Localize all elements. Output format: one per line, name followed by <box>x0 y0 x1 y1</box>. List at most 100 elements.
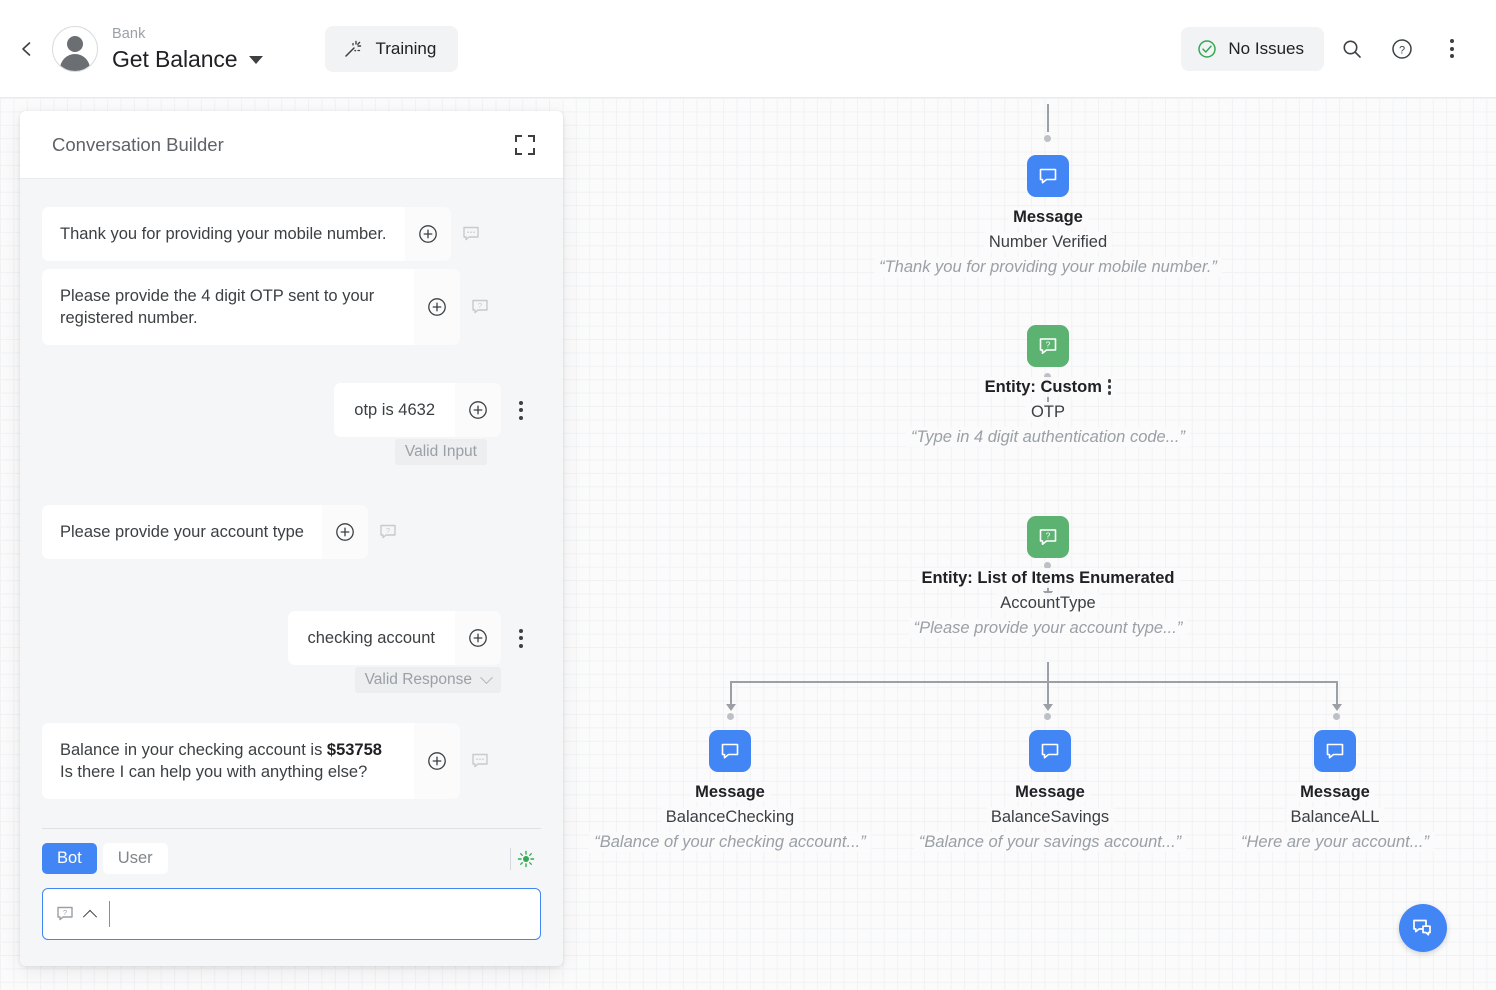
plus-circle-icon <box>469 629 487 647</box>
message-list[interactable]: Thank you for providing your mobile numb… <box>20 179 563 818</box>
live-indicator-button[interactable] <box>511 849 541 869</box>
comment-action-button[interactable] <box>451 207 491 261</box>
live-indicator-icon <box>517 850 535 867</box>
flow-node-quote: “Please provide your account type...” <box>908 618 1188 638</box>
help-circle-icon: ? <box>1392 38 1412 59</box>
add-message-button[interactable] <box>455 383 501 437</box>
flow-node-type: Entity: Custom <box>979 377 1117 397</box>
plus-circle-icon <box>336 523 354 541</box>
search-button[interactable] <box>1330 27 1374 71</box>
flow-node-quote: “Type in 4 digit authentication code...” <box>906 427 1190 447</box>
message-text: otp is 4632 <box>334 383 455 437</box>
flow-node-type: Message <box>690 782 770 802</box>
flow-node-otp[interactable]: ? Entity: Custom OTP “Type in 4 digit au… <box>888 325 1208 447</box>
connector-line <box>1047 662 1049 682</box>
message-row: checking account <box>42 611 541 665</box>
chat-fab-button[interactable] <box>1399 904 1447 952</box>
flow-node-quote: “Here are your account...” <box>1236 832 1434 852</box>
add-message-button[interactable] <box>414 723 460 799</box>
svg-text:?: ? <box>1399 44 1405 56</box>
help-button[interactable]: ? <box>1380 27 1424 71</box>
flow-node-balance-checking[interactable]: Message BalanceChecking “Balance of your… <box>565 730 895 852</box>
flow-node-name: OTP <box>1026 402 1070 422</box>
connector-branch-center <box>1047 681 1049 706</box>
user-message[interactable]: otp is 4632 <box>334 383 541 437</box>
plus-circle-icon <box>469 401 487 419</box>
status-valid-response[interactable]: Valid Response <box>354 667 501 693</box>
flow-node-type: Message <box>1010 782 1090 802</box>
flow-node-number-verified[interactable]: Message Number Verified “Thank you for p… <box>874 155 1222 277</box>
message-row: Please provide your account type ? <box>42 505 541 559</box>
entity-node-icon[interactable]: ? <box>1027 516 1069 558</box>
connector-top-stub <box>1047 104 1049 132</box>
flow-node-type: Message <box>1295 782 1375 802</box>
message-menu-button[interactable] <box>501 611 541 665</box>
caret-down-icon[interactable] <box>249 56 264 64</box>
conversation-builder-panel: Conversation Builder Thank you for provi… <box>20 111 563 966</box>
composer-input-box[interactable]: ? <box>42 888 541 940</box>
message-node-icon[interactable] <box>709 730 751 772</box>
message-text: Please provide your account type <box>42 505 322 559</box>
add-message-button[interactable] <box>414 269 460 345</box>
comment-action-button[interactable] <box>460 723 500 799</box>
entity-node-icon[interactable]: ? <box>1027 325 1069 367</box>
bot-message[interactable]: Balance in your checking account is $537… <box>42 723 500 799</box>
status-badge[interactable]: No Issues <box>1181 26 1324 71</box>
message-row: Balance in your checking account is $537… <box>42 723 541 799</box>
toggle-user[interactable]: User <box>102 843 168 874</box>
question-action-button[interactable]: ? <box>460 269 500 345</box>
flow-node-name: BalanceALL <box>1285 807 1385 827</box>
bot-message[interactable]: Thank you for providing your mobile numb… <box>42 207 491 261</box>
message-icon <box>721 743 739 759</box>
back-button[interactable] <box>10 32 44 66</box>
flow-node-menu-icon[interactable] <box>1107 379 1112 395</box>
status-label: Valid Input <box>404 443 477 460</box>
flow-node-type: Entity: List of Items Enumerated <box>916 568 1180 588</box>
message-row: Please provide the 4 digit OTP sent to y… <box>42 269 541 345</box>
training-button[interactable]: Training <box>325 25 459 72</box>
status-label: Valid Response <box>364 671 472 688</box>
bot-message[interactable]: Please provide your account type ? <box>42 505 408 559</box>
message-text: Please provide the 4 digit OTP sent to y… <box>42 269 414 345</box>
user-message[interactable]: checking account <box>287 611 542 665</box>
add-message-button[interactable] <box>455 611 501 665</box>
flow-node-account-type[interactable]: ? Entity: List of Items Enumerated Accou… <box>848 516 1248 638</box>
avatar-body <box>60 53 90 71</box>
connector-arrow <box>1043 704 1053 711</box>
question-comment-icon[interactable]: ? <box>55 904 75 924</box>
kebab-menu-icon <box>519 628 523 648</box>
status-valid-input: Valid Input <box>394 439 487 465</box>
comment-icon <box>462 226 479 241</box>
more-menu-button[interactable] <box>1430 27 1474 71</box>
bot-message[interactable]: Please provide the 4 digit OTP sent to y… <box>42 269 500 345</box>
chevron-up-icon[interactable] <box>82 909 98 924</box>
top-bar-actions: No Issues ? <box>1181 26 1496 71</box>
flow-node-quote: “Balance of your checking account...” <box>589 832 871 852</box>
flow-node-quote: “Thank you for providing your mobile num… <box>874 257 1222 277</box>
flow-node-balance-savings[interactable]: Message BalanceSavings “Balance of your … <box>885 730 1215 852</box>
kebab-menu-icon <box>1450 39 1454 58</box>
collapse-icon[interactable] <box>513 133 537 157</box>
message-row: Thank you for providing your mobile numb… <box>42 207 541 261</box>
plus-circle-icon <box>428 752 446 770</box>
chat-bubbles-icon <box>1413 919 1431 936</box>
flow-node-balance-all[interactable]: Message BalanceALL “Here are your accoun… <box>1230 730 1440 852</box>
message-node-icon[interactable] <box>1314 730 1356 772</box>
chevron-down-icon[interactable] <box>480 670 493 684</box>
message-menu-button[interactable] <box>501 383 541 437</box>
add-message-button[interactable] <box>404 207 451 261</box>
composer-input[interactable] <box>120 904 528 924</box>
question-action-button[interactable]: ? <box>368 505 408 559</box>
training-button-label: Training <box>375 38 437 58</box>
message-node-icon[interactable] <box>1029 730 1071 772</box>
avatar[interactable] <box>52 25 98 72</box>
connector-arrow <box>726 704 736 711</box>
flow-node-type-label: Entity: Custom <box>984 378 1102 396</box>
connector-branch-left <box>730 681 732 706</box>
message-node-icon[interactable] <box>1027 155 1069 197</box>
message-icon <box>1326 743 1344 759</box>
add-message-button[interactable] <box>321 505 368 559</box>
connector-dot <box>1333 713 1340 720</box>
toggle-bot[interactable]: Bot <box>42 843 97 874</box>
chevron-left-icon <box>22 41 31 56</box>
